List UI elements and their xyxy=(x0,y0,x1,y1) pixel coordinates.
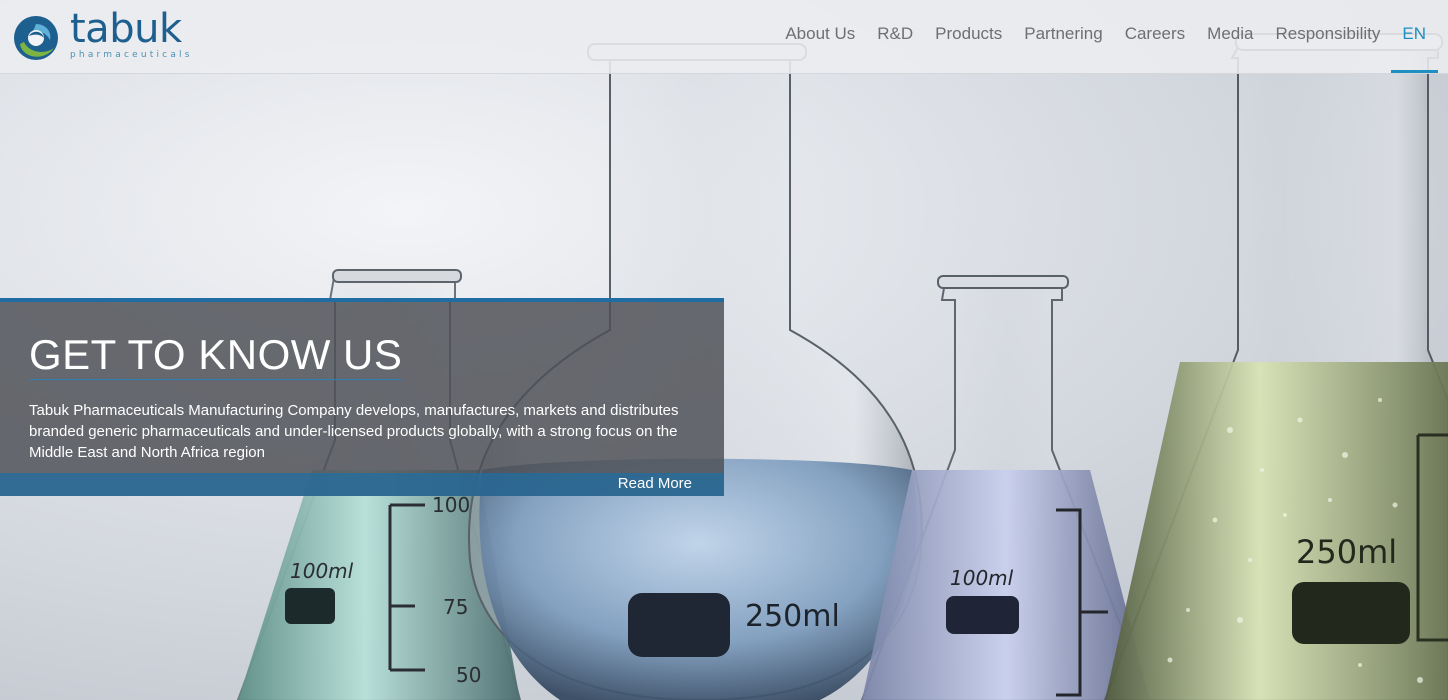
left-flask-mark-bottom: 50 xyxy=(456,663,481,687)
left-flask-volume: 100ml xyxy=(290,559,354,583)
main-nav: About Us R&D Products Partnering Careers… xyxy=(774,0,1448,73)
read-more-link[interactable]: Read More xyxy=(618,475,692,492)
left-flask-mark-top: 100 xyxy=(432,493,470,517)
hero-info-panel: GET TO KNOW US Tabuk Pharmaceuticals Man… xyxy=(0,298,724,496)
center-flask-volume: 250ml xyxy=(745,599,840,634)
nav-item-responsibility[interactable]: Responsibility xyxy=(1264,0,1391,73)
language-selector[interactable]: EN xyxy=(1391,0,1448,73)
right-large-flask: 250ml xyxy=(1103,33,1448,700)
nav-item-careers[interactable]: Careers xyxy=(1114,0,1196,73)
tabuk-swirl-logo-icon xyxy=(14,16,58,60)
nav-item-about-us[interactable]: About Us xyxy=(774,0,866,73)
nav-item-products[interactable]: Products xyxy=(924,0,1013,73)
hero-title: GET TO KNOW US xyxy=(29,331,403,380)
left-flask-mark-mid: 75 xyxy=(443,595,468,619)
brand-tagline: pharmaceuticals xyxy=(70,50,193,60)
brand-name: tabuk xyxy=(70,6,182,52)
site-header: tabuk pharmaceuticals About Us R&D Produ… xyxy=(0,0,1448,74)
hero-description: Tabuk Pharmaceuticals Manufacturing Comp… xyxy=(29,402,679,461)
read-more-bar: Read More xyxy=(0,473,724,496)
right-small-flask-volume: 100ml xyxy=(950,566,1014,590)
nav-item-media[interactable]: Media xyxy=(1196,0,1264,73)
nav-item-partnering[interactable]: Partnering xyxy=(1013,0,1113,73)
logo[interactable]: tabuk pharmaceuticals xyxy=(12,6,202,64)
right-large-flask-volume: 250ml xyxy=(1296,533,1397,571)
nav-item-rnd[interactable]: R&D xyxy=(866,0,924,73)
